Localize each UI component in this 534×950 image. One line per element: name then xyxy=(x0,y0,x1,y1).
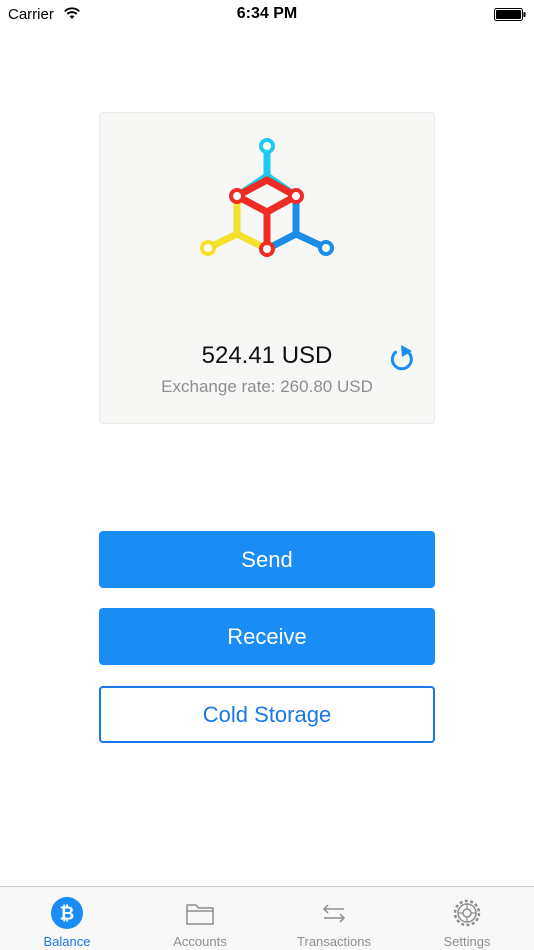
tab-label: Settings xyxy=(443,934,491,949)
mycelium-logo-icon xyxy=(200,138,334,257)
tab-bar: ₿ Balance Accounts Transactions Settings xyxy=(0,886,534,950)
tab-transactions[interactable]: Transactions xyxy=(267,887,401,950)
tab-label: Accounts xyxy=(173,934,227,949)
tab-balance[interactable]: ₿ Balance xyxy=(0,887,134,950)
folder-icon xyxy=(186,904,214,925)
exchange-rate: Exchange rate: 260.80 USD xyxy=(161,377,373,396)
status-bar: Carrier 6:34 PM xyxy=(0,0,534,30)
svg-text:₿: ₿ xyxy=(60,904,75,925)
receive-button[interactable]: Receive xyxy=(99,608,435,665)
tab-label: Balance xyxy=(43,934,91,949)
clock: 6:34 PM xyxy=(236,5,298,22)
tab-label: Transactions xyxy=(297,934,371,949)
tab-accounts[interactable]: Accounts xyxy=(133,887,267,950)
balance-amount: 524.41 USD xyxy=(201,342,333,369)
bitcoin-icon: ₿ xyxy=(51,897,83,929)
send-button[interactable]: Send xyxy=(99,531,435,588)
gear-icon xyxy=(453,899,481,927)
cold-storage-button[interactable]: Cold Storage xyxy=(99,686,435,743)
transfer-arrows-icon xyxy=(322,904,346,923)
tab-settings[interactable]: Settings xyxy=(400,887,534,950)
refresh-icon[interactable] xyxy=(388,342,416,372)
battery-icon xyxy=(494,8,526,21)
balance-card: 524.41 USD Exchange rate: 260.80 USD xyxy=(99,112,435,424)
